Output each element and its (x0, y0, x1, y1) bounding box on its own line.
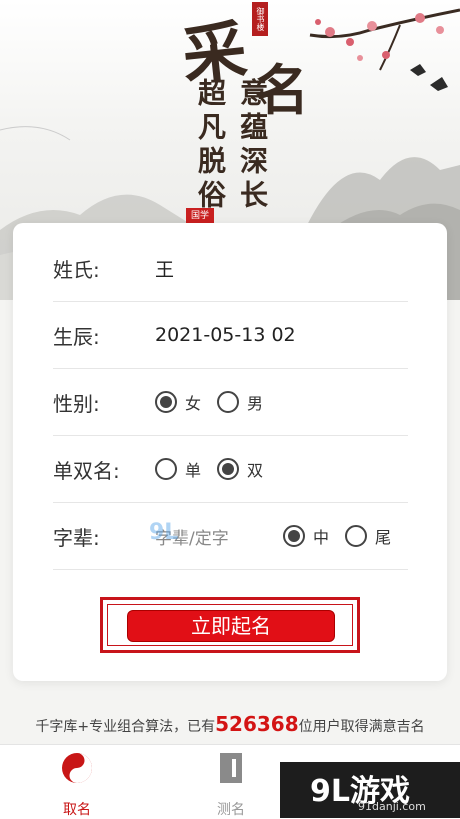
slogan-column-1: 超凡脱俗 (194, 78, 227, 214)
plum-blossom-branch (309, 8, 460, 91)
birth-row: 生辰: 2021-05-13 02 (53, 302, 408, 369)
calligraphy-stamp: 御书楼 (252, 2, 268, 36)
yin-yang-icon (62, 753, 92, 783)
user-count: 526368 (215, 712, 299, 736)
submit-button[interactable]: 立即起名 (127, 610, 335, 642)
gender-male-radio[interactable]: 男 (217, 390, 263, 414)
surname-row: 姓氏: 王 (53, 235, 408, 302)
zibei-row: 字辈: 9L 字辈/定字 中 尾 (53, 503, 408, 570)
single-name-label: 单 (185, 461, 202, 480)
promo-prefix: 千字库+专业组合算法，已有 (35, 719, 216, 735)
gender-female-label: 女 (185, 394, 202, 413)
surname-label: 姓氏: (53, 257, 100, 282)
single-name-radio[interactable]: 单 (155, 457, 201, 481)
gender-row: 性别: 女 男 (53, 369, 408, 436)
naming-form-card: 姓氏: 王 生辰: 2021-05-13 02 性别: 女 男 单双名: 单 双… (13, 223, 447, 681)
tab-naming-label: 取名 (63, 802, 91, 818)
tab-name-test[interactable]: 测名 (186, 745, 276, 819)
double-name-label: 双 (247, 461, 264, 480)
name-type-label: 单双名: (53, 458, 120, 483)
zibei-middle-radio[interactable]: 中 (283, 524, 329, 548)
watermark-corner-logo: 9L游戏 91danji.com (280, 762, 460, 818)
surname-input[interactable]: 王 (155, 255, 174, 282)
slogan-column-2: 意蕴深长 (236, 78, 269, 214)
zibei-label: 字辈: (53, 525, 100, 550)
zibei-middle-label: 中 (313, 528, 330, 547)
zibei-end-label: 尾 (375, 528, 392, 547)
promo-suffix: 位用户取得满意吉名 (298, 719, 425, 735)
zibei-end-radio[interactable]: 尾 (345, 524, 391, 548)
gender-male-label: 男 (247, 394, 264, 413)
radio-checked-icon (283, 525, 305, 547)
radio-checked-icon (155, 391, 177, 413)
name-type-row: 单双名: 单 双 (53, 436, 408, 503)
watermark-logo-icon: 9L (149, 519, 179, 545)
gender-label: 性别: (53, 391, 100, 416)
radio-unchecked-icon (217, 391, 240, 413)
watermark-url: 91danji.com (358, 800, 426, 813)
tab-naming[interactable]: 取名 (32, 745, 122, 819)
zibei-input[interactable]: 9L 字辈/定字 (149, 520, 273, 549)
double-name-radio[interactable]: 双 (217, 457, 263, 481)
tab-name-test-label: 测名 (217, 802, 245, 818)
radio-unchecked-icon (345, 525, 368, 547)
promo-line: 千字库+专业组合算法，已有526368位用户取得满意吉名 (0, 712, 460, 736)
submit-button-frame: 立即起名 (100, 597, 360, 653)
book-icon (220, 753, 242, 783)
birth-label: 生辰: (53, 324, 100, 349)
radio-unchecked-icon (155, 458, 177, 480)
gender-female-radio[interactable]: 女 (155, 390, 201, 414)
radio-checked-icon (217, 458, 240, 480)
birth-date-picker[interactable]: 2021-05-13 02 (155, 324, 296, 346)
red-seal: 国学 (186, 208, 214, 224)
